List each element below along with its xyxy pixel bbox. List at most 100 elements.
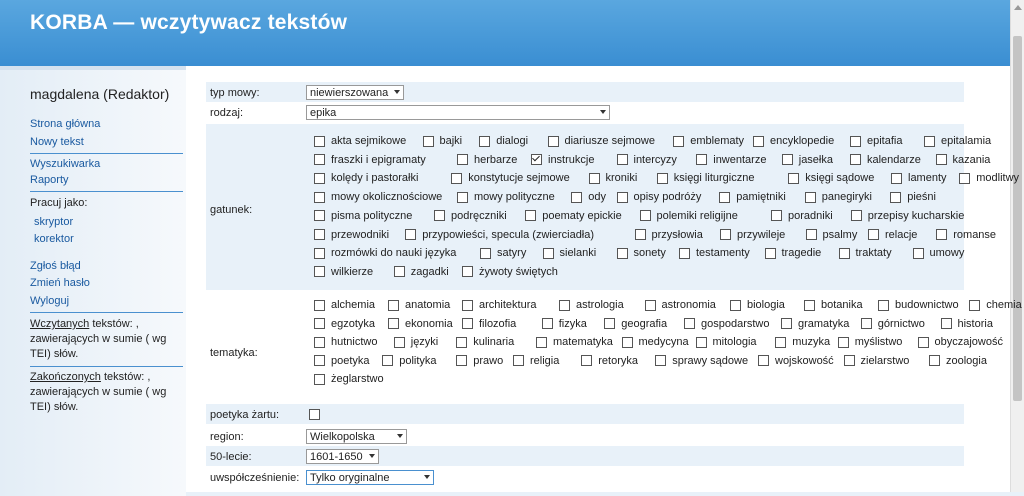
sidebar-link-logout[interactable]: Wyloguj (30, 295, 69, 307)
tematyka-checkbox[interactable] (581, 355, 593, 367)
gatunek-option[interactable]: bajki (422, 135, 462, 147)
tematyka-checkbox[interactable] (969, 299, 981, 311)
tematyka-checkbox[interactable] (804, 299, 815, 311)
gatunek-option[interactable]: przypowieści, specula (zwierciadła) (405, 229, 594, 241)
gatunek-option[interactable]: pieśni (890, 191, 936, 203)
gatunek-option[interactable]: umowy (912, 247, 964, 259)
lecie-select[interactable]: 1601-1650 (306, 449, 379, 464)
gatunek-checkbox[interactable] (753, 135, 764, 147)
tematyka-checkbox[interactable] (314, 336, 325, 348)
gatunek-checkbox[interactable] (719, 191, 731, 203)
tematyka-option[interactable]: filozofia (462, 318, 516, 330)
gatunek-checkbox[interactable] (616, 154, 628, 166)
gatunek-option[interactable]: kroniki (588, 172, 637, 184)
tematyka-option[interactable]: matematyka (536, 336, 613, 348)
gatunek-checkbox[interactable] (788, 172, 800, 184)
gatunek-checkbox[interactable] (616, 191, 628, 203)
tematyka-checkbox[interactable] (940, 318, 952, 330)
tematyka-checkbox[interactable] (314, 318, 325, 330)
gatunek-checkbox[interactable] (838, 247, 850, 259)
tematyka-option[interactable]: historia (940, 318, 993, 330)
tematyka-checkbox[interactable] (781, 318, 792, 330)
tematyka-option[interactable]: muzyka (775, 336, 830, 348)
gatunek-checkbox[interactable] (405, 229, 417, 240)
gatunek-checkbox[interactable] (781, 154, 793, 166)
tematyka-option[interactable]: botanika (804, 299, 863, 311)
sidebar-link-search[interactable]: Wyszukiwarka (30, 158, 100, 170)
gatunek-option[interactable]: kalendarze (850, 154, 921, 166)
tematyka-option[interactable]: mitologia (695, 336, 757, 348)
gatunek-checkbox[interactable] (805, 229, 817, 240)
gatunek-option[interactable]: psalmy (805, 229, 857, 241)
gatunek-option[interactable]: wilkierze (314, 266, 373, 278)
rodzaj-select[interactable]: epika (306, 105, 610, 120)
gatunek-option[interactable]: kolędy i pastorałki (314, 172, 418, 184)
gatunek-option[interactable]: mowy okolicznościowe (314, 191, 442, 203)
stat-finished-link[interactable]: Zakończonych (30, 371, 101, 383)
role-korektor[interactable]: korektor (34, 233, 74, 245)
gatunek-option[interactable]: epitafia (850, 135, 902, 147)
gatunek-option[interactable]: diariusze sejmowe (547, 135, 655, 147)
tematyka-checkbox[interactable] (541, 318, 553, 330)
gatunek-option[interactable]: fraszki i epigramaty (314, 154, 426, 166)
gatunek-option[interactable]: herbarze (457, 154, 517, 166)
tematyka-option[interactable]: medycyna (621, 336, 689, 348)
gatunek-option[interactable]: emblematy (673, 135, 744, 147)
gatunek-checkbox[interactable] (720, 229, 731, 240)
gatunek-checkbox[interactable] (314, 210, 325, 222)
tematyka-option[interactable]: języki (393, 336, 438, 348)
tematyka-option[interactable]: fizyka (541, 318, 587, 330)
gatunek-option[interactable]: lamenty (891, 172, 947, 184)
vertical-scrollbar[interactable] (1010, 0, 1024, 492)
gatunek-option[interactable]: księgi sądowe (788, 172, 874, 184)
gatunek-checkbox[interactable] (771, 210, 782, 222)
gatunek-checkbox[interactable] (314, 229, 325, 240)
gatunek-checkbox[interactable] (850, 210, 862, 222)
role-skryptor[interactable]: skryptor (34, 216, 73, 228)
gatunek-option[interactable]: pamiętniki (719, 191, 786, 203)
tematyka-option[interactable]: religia (513, 355, 559, 367)
tematyka-option[interactable]: prawo (456, 355, 503, 367)
gatunek-option[interactable]: akta sejmikowe (314, 135, 406, 147)
tematyka-option[interactable]: zoologia (929, 355, 987, 367)
gatunek-option[interactable]: satyry (480, 247, 526, 259)
tematyka-checkbox[interactable] (878, 299, 889, 311)
tematyka-option[interactable]: budownictwo (878, 299, 959, 311)
tematyka-checkbox[interactable] (314, 299, 325, 311)
tematyka-checkbox[interactable] (462, 318, 473, 330)
tematyka-checkbox[interactable] (775, 336, 787, 348)
tematyka-option[interactable]: anatomia (388, 299, 450, 311)
tematyka-option[interactable]: myślistwo (837, 336, 902, 348)
typ-mowy-select[interactable]: niewierszowana (306, 85, 404, 100)
gatunek-option[interactable]: sielanki (542, 247, 596, 259)
gatunek-checkbox[interactable] (696, 154, 708, 166)
gatunek-option[interactable]: traktaty (838, 247, 892, 259)
gatunek-option[interactable]: mowy polityczne (457, 191, 555, 203)
gatunek-checkbox[interactable] (850, 154, 861, 166)
tematyka-checkbox[interactable] (837, 336, 849, 348)
gatunek-option[interactable]: panegiryki (804, 191, 872, 203)
gatunek-option[interactable]: epitalamia (924, 135, 991, 147)
gatunek-option[interactable]: encyklopedie (753, 135, 834, 147)
gatunek-checkbox[interactable] (936, 229, 948, 240)
tematyka-option[interactable]: geografia (604, 318, 667, 330)
gatunek-checkbox[interactable] (959, 172, 971, 184)
gatunek-option[interactable]: przewodniki (314, 229, 389, 241)
gatunek-option[interactable]: romanse (936, 229, 996, 241)
sidebar-link-report-bug[interactable]: Zgłoś błąd (30, 260, 81, 272)
gatunek-checkbox[interactable] (588, 172, 600, 184)
gatunek-option[interactable]: konstytucje sejmowe (451, 172, 570, 184)
tematyka-option[interactable]: kulinaria (456, 336, 514, 348)
gatunek-checkbox[interactable] (531, 154, 542, 166)
gatunek-checkbox[interactable] (479, 135, 491, 147)
gatunek-checkbox[interactable] (314, 247, 325, 259)
gatunek-option[interactable]: poradniki (771, 210, 833, 222)
gatunek-checkbox[interactable] (462, 266, 473, 278)
tematyka-option[interactable]: alchemia (314, 299, 375, 311)
gatunek-checkbox[interactable] (850, 135, 861, 147)
poetyka-zartu-checkbox[interactable] (309, 409, 320, 420)
tematyka-checkbox[interactable] (621, 336, 633, 348)
tematyka-option[interactable]: egzotyka (314, 318, 375, 330)
gatunek-option[interactable]: ody (571, 191, 606, 203)
tematyka-option[interactable]: gospodarstwo (684, 318, 770, 330)
